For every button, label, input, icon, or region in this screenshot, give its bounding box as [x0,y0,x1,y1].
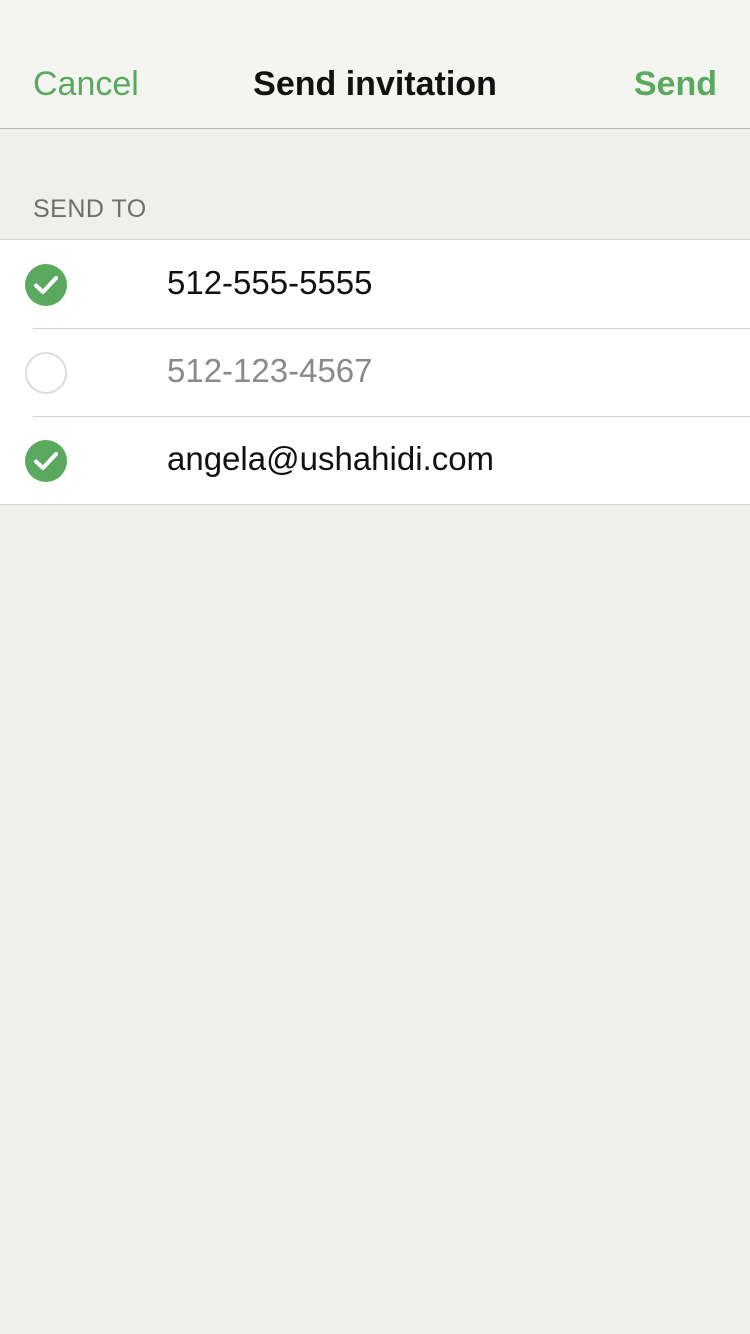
send-button[interactable]: Send [634,62,717,106]
recipient-row[interactable]: angela@ushahidi.com [0,416,750,504]
send-invitation-screen: Cancel Send invitation Send SEND TO 512-… [0,0,750,1334]
navigation-bar: Cancel Send invitation Send [0,0,750,129]
recipient-row[interactable]: 512-555-5555 [0,240,750,328]
checkmark-circle-icon[interactable] [25,440,67,482]
checkmark-circle-icon[interactable] [25,264,67,306]
recipient-list: 512-555-5555 512-123-4567 angela@ushahid… [0,239,750,505]
empty-circle-icon[interactable] [25,352,67,394]
recipient-value: angela@ushahidi.com [167,440,495,477]
section-header-send-to: SEND TO [33,195,147,223]
recipient-value: 512-555-5555 [167,264,373,301]
recipient-row[interactable]: 512-123-4567 [0,328,750,416]
recipient-value: 512-123-4567 [167,352,373,389]
